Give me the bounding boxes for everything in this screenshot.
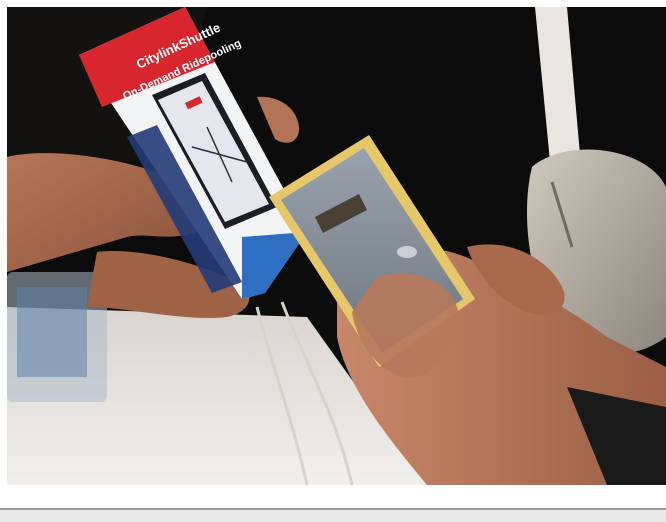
screen-spinner: [397, 246, 417, 258]
photo-scene: CitylinkShuttle On-Demand Ridepooling: [7, 7, 666, 485]
figure-frame: CitylinkShuttle On-Demand Ridepooling: [0, 0, 666, 522]
event-photo: CitylinkShuttle On-Demand Ridepooling: [7, 7, 666, 485]
stand-flyers: [17, 287, 87, 377]
